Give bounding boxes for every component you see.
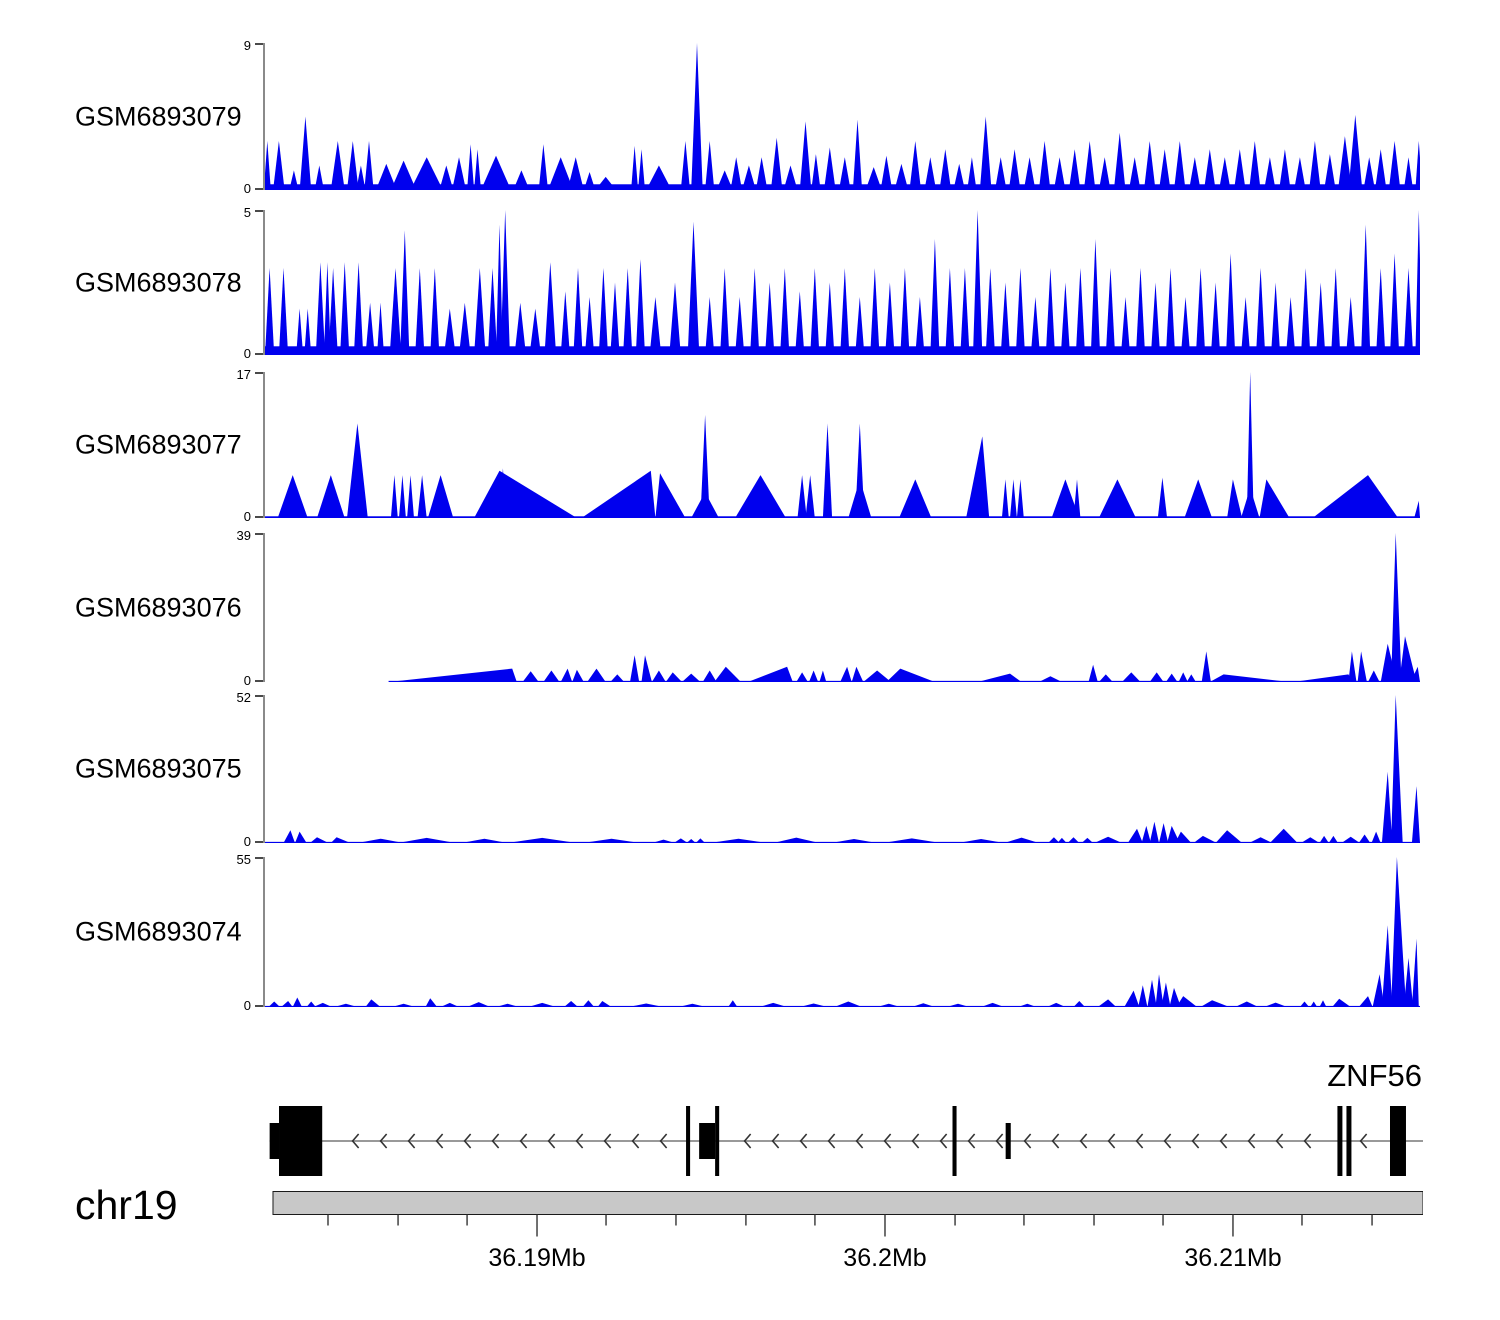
y-axis-zero-label: 0	[244, 835, 251, 848]
chromosome-bar	[273, 1192, 1423, 1215]
coverage-area-plot	[265, 43, 1420, 190]
y-axis-zero-label: 0	[244, 182, 251, 195]
y-axis-max-label: 5	[244, 206, 251, 219]
y-axis-zero-label: 0	[244, 999, 251, 1012]
exon-block	[699, 1123, 715, 1159]
y-axis-max-label: 9	[244, 39, 251, 52]
coverage-track-row: GSM6893076 39 0	[0, 533, 1500, 682]
chromosome-label: chr19	[75, 1182, 178, 1229]
coverage-track-row: GSM6893078 5 0	[0, 210, 1500, 355]
y-axis: 39 0	[200, 533, 265, 682]
y-axis: 52 0	[200, 695, 265, 843]
coverage-track-row: GSM6893079 9 0	[0, 43, 1500, 190]
y-axis-max-label: 55	[237, 853, 251, 866]
y-axis-zero-label: 0	[244, 347, 251, 360]
y-axis-max-label: 17	[237, 368, 251, 381]
ruler-tick-label: 36.21Mb	[1184, 1244, 1281, 1272]
coverage-track-row: GSM6893074 55 0	[0, 857, 1500, 1007]
ruler-tick-label: 36.2Mb	[843, 1244, 926, 1272]
y-axis: 5 0	[200, 210, 265, 355]
y-axis-top-tick	[255, 533, 263, 535]
y-axis-max-label: 39	[237, 529, 251, 542]
coverage-track-row: GSM6893075 52 0	[0, 695, 1500, 843]
gene-name-label: ZNF56	[1327, 1058, 1422, 1094]
genome-browser-figure: GSM6893079 9 0 GSM6893078 5 0 GSM6893077	[0, 0, 1500, 1320]
y-axis-bottom-tick	[255, 353, 263, 355]
y-axis-zero-label: 0	[244, 510, 251, 523]
y-axis: 55 0	[200, 857, 265, 1007]
y-axis-max-label: 52	[237, 691, 251, 704]
coverage-area-plot	[265, 372, 1420, 518]
coverage-area-plot	[265, 695, 1420, 843]
y-axis-top-tick	[255, 210, 263, 212]
coverage-area-plot	[265, 533, 1420, 682]
exon-block	[1006, 1123, 1011, 1159]
y-axis-bottom-tick	[255, 1005, 263, 1007]
y-axis-top-tick	[255, 43, 263, 45]
y-axis-zero-label: 0	[244, 674, 251, 687]
y-axis-top-tick	[255, 857, 263, 859]
y-axis-bottom-tick	[255, 680, 263, 682]
ruler-axis: 36.19Mb 36.2Mb 36.21Mb	[265, 1191, 1423, 1291]
y-axis-top-tick	[255, 695, 263, 697]
y-axis: 17 0	[200, 372, 265, 518]
y-axis-bottom-tick	[255, 516, 263, 518]
y-axis-bottom-tick	[255, 841, 263, 843]
ruler-tick-label: 36.19Mb	[488, 1244, 585, 1272]
coverage-track-row: GSM6893077 17 0	[0, 372, 1500, 518]
y-axis-bottom-tick	[255, 188, 263, 190]
coverage-area-plot	[265, 210, 1420, 355]
exon-block	[270, 1123, 279, 1159]
coverage-area-plot	[265, 857, 1420, 1007]
y-axis-top-tick	[255, 372, 263, 374]
y-axis: 9 0	[200, 43, 265, 190]
chromosome-ruler: chr19 36.19Mb 36.2Mb 36.21Mb	[0, 1160, 1500, 1310]
